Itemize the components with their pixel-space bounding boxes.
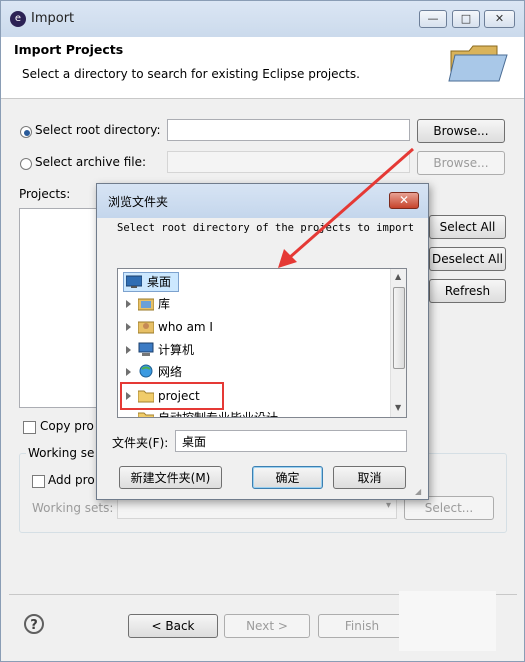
eclipse-icon: e: [10, 11, 26, 27]
root-directory-input[interactable]: [167, 119, 410, 141]
expand-arrow-icon[interactable]: [126, 368, 131, 376]
library-icon: [138, 298, 154, 311]
back-button[interactable]: < Back: [128, 614, 218, 638]
expand-arrow-icon[interactable]: [126, 300, 131, 308]
dialog-close-button[interactable]: ✕: [389, 192, 419, 209]
folder-icon: [138, 412, 154, 417]
working-sets-combo[interactable]: ▾: [117, 497, 397, 519]
root-browse-button[interactable]: Browse...: [417, 119, 505, 143]
maximize-button[interactable]: □: [452, 10, 480, 28]
add-to-working-set-label: Add pro: [48, 473, 95, 487]
cancel-button[interactable]: 取消: [333, 466, 406, 489]
close-button[interactable]: ✕: [484, 10, 515, 28]
wizard-header: Import Projects Select a directory to se…: [1, 37, 524, 99]
finish-button[interactable]: Finish: [318, 614, 406, 638]
tree-item-label: who am I: [158, 320, 213, 334]
open-folder-icon: [448, 45, 508, 82]
projects-label: Projects:: [19, 187, 71, 201]
page-title: Import Projects: [14, 42, 124, 57]
tree-item-label: 库: [158, 297, 171, 311]
resize-grip-icon[interactable]: ◢: [415, 487, 421, 496]
tree-item-computer[interactable]: 计算机: [118, 339, 390, 361]
tree-item-user[interactable]: who am I: [118, 316, 390, 338]
archive-file-label: Select archive file:: [35, 155, 147, 169]
scroll-up-icon[interactable]: ▲: [395, 272, 401, 281]
tree-item-network[interactable]: 网络: [118, 361, 390, 383]
folder-label: 文件夹(F):: [112, 436, 169, 450]
root-directory-radio[interactable]: [20, 126, 32, 138]
scroll-thumb[interactable]: [393, 287, 405, 369]
user-folder-icon: [138, 321, 154, 334]
folder-input[interactable]: 桌面: [175, 430, 407, 452]
desktop-icon: [126, 275, 142, 288]
refresh-button[interactable]: Refresh: [429, 279, 506, 303]
tree-item-label: 桌面: [147, 275, 172, 289]
tree-scrollbar[interactable]: ▲ ▼: [390, 269, 406, 417]
scroll-down-icon[interactable]: ▼: [395, 403, 401, 412]
archive-file-input[interactable]: [167, 151, 410, 173]
obscured-region: [399, 591, 496, 651]
computer-icon: [138, 342, 154, 356]
ok-button[interactable]: 确定: [252, 466, 323, 489]
deselect-all-button[interactable]: Deselect All: [429, 247, 506, 271]
expand-arrow-icon[interactable]: [126, 323, 131, 331]
root-directory-label: Select root directory:: [35, 123, 161, 137]
tree-item-label: 计算机: [158, 343, 195, 357]
help-icon[interactable]: ?: [24, 614, 44, 634]
dialog-title-bar[interactable]: 浏览文件夹 ✕: [97, 184, 428, 218]
working-sets-label: Working sets:: [32, 501, 114, 515]
archive-file-radio[interactable]: [20, 158, 32, 170]
tree-item-label: 网络: [158, 365, 183, 379]
copy-projects-label: Copy pro: [40, 419, 94, 433]
add-to-working-set-checkbox[interactable]: [32, 475, 45, 488]
tree-item-library[interactable]: 库: [118, 293, 390, 315]
window-title: Import: [31, 11, 75, 26]
next-button[interactable]: Next >: [224, 614, 310, 638]
new-folder-button[interactable]: 新建文件夹(M): [119, 466, 222, 489]
chevron-down-icon: ▾: [385, 500, 391, 511]
network-icon: [139, 364, 153, 378]
page-description: Select a directory to search for existin…: [22, 67, 360, 81]
dialog-title: 浏览文件夹: [108, 195, 169, 209]
copy-projects-checkbox[interactable]: [23, 421, 36, 434]
minimize-button[interactable]: —: [419, 10, 447, 28]
dialog-prompt: Select root directory of the projects to…: [117, 222, 415, 234]
select-all-button[interactable]: Select All: [429, 215, 506, 239]
working-sets-group-label: Working se: [26, 446, 97, 460]
browse-folder-dialog: 浏览文件夹 ✕ Select root directory of the pro…: [96, 183, 429, 500]
tree-item-desktop[interactable]: 桌面: [118, 271, 390, 293]
expand-arrow-icon[interactable]: [126, 346, 131, 354]
archive-browse-button[interactable]: Browse...: [417, 151, 505, 175]
title-bar[interactable]: e Import — □ ✕: [1, 1, 524, 37]
annotation-highlight-box: [120, 382, 224, 410]
